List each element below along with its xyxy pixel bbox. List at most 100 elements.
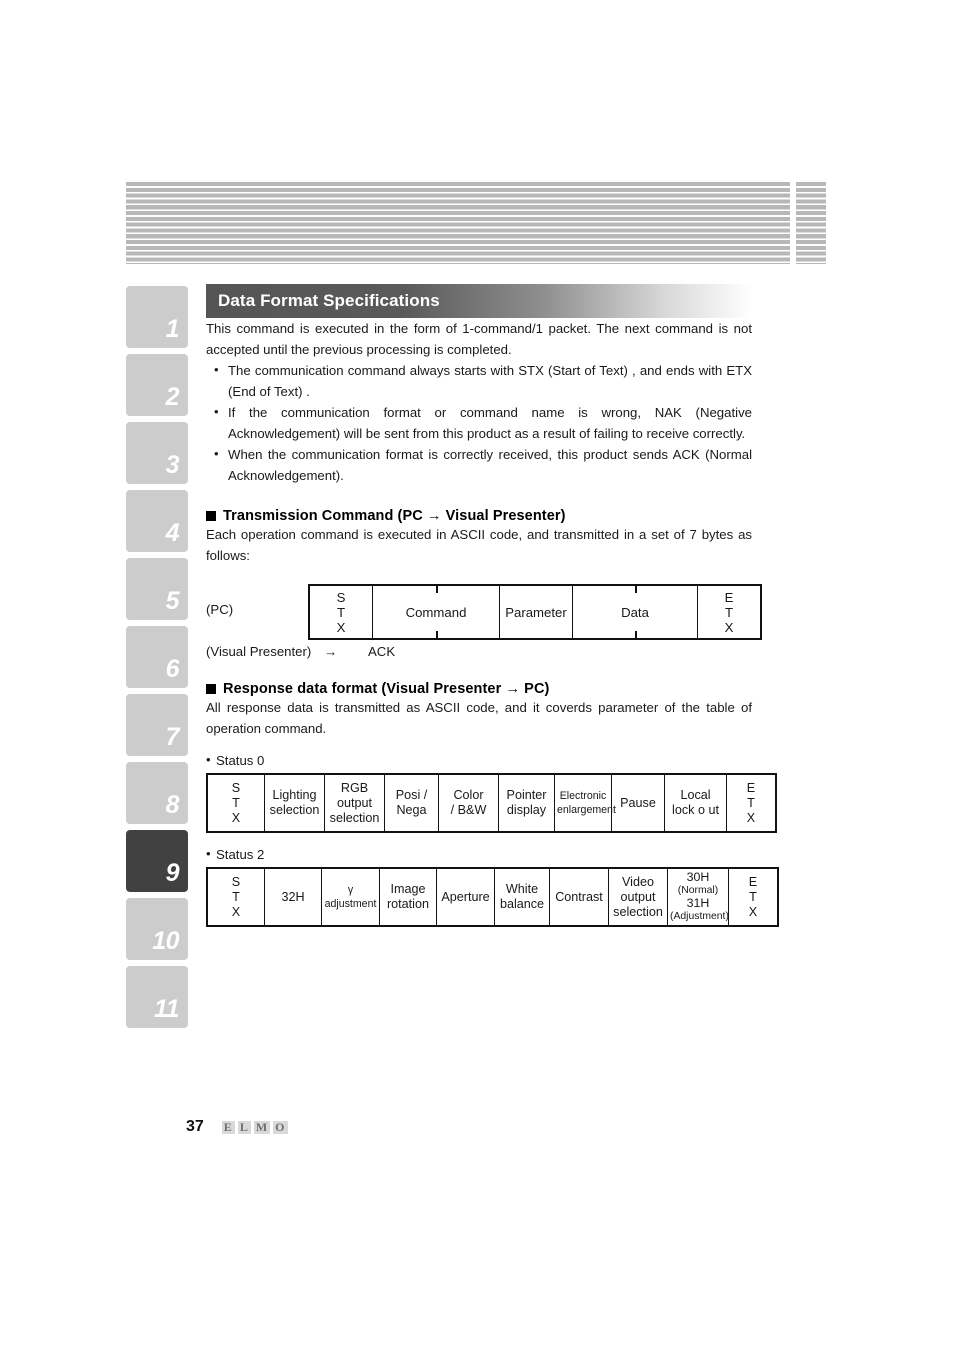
status0-cell: Local lock o ut	[664, 774, 727, 832]
page-content: Data Format Specifications This command …	[206, 284, 779, 927]
status0-cell-line: output	[336, 795, 372, 810]
transmission-byte-cell: Parameter	[499, 585, 573, 639]
status2-cell-line: T	[232, 889, 240, 904]
section-title-bar: Data Format Specifications	[206, 284, 752, 318]
status2-cell-line: X	[231, 904, 241, 919]
status2-label: Status 2	[206, 846, 752, 862]
bullet-square-icon	[206, 684, 216, 694]
status0-cell: Electronic enlargement	[554, 774, 616, 832]
status2-cell-line: adjustment	[324, 898, 377, 910]
page-tab-5[interactable]: 5	[126, 558, 188, 620]
transmission-byte-cell-line: T	[724, 604, 734, 620]
status0-cell-line: Posi /	[395, 788, 428, 802]
status2-cell: 32H	[264, 868, 322, 926]
transmission-byte-cell-line: T	[336, 604, 346, 620]
transmission-byte-cell: STX	[309, 585, 373, 639]
bullet-square-icon	[206, 511, 216, 521]
page-tab-11[interactable]: 11	[126, 966, 188, 1028]
status0-cell-line: / B&W	[450, 803, 487, 817]
transmission-byte-cell-line: X	[336, 619, 346, 635]
page-tab-number: 8	[165, 791, 180, 819]
transmission-byte-cell: Data	[572, 585, 698, 639]
status0-cell-line: Lighting	[272, 788, 317, 802]
page-tab-number: 11	[154, 995, 179, 1023]
page-tab-4[interactable]: 4	[126, 490, 188, 552]
status0-cell-line: RGB	[340, 780, 369, 795]
page-tab-7[interactable]: 7	[126, 694, 188, 756]
transmission-diagram: (PC) S T X Command Parameter Data E T X	[206, 584, 762, 640]
status0-cell: ETX	[726, 774, 776, 832]
transmission-byte-table: S T X Command Parameter Data E T X	[308, 584, 762, 640]
transmission-description: Each operation command is executed in AS…	[206, 527, 752, 563]
status2-cell-line: γ	[347, 884, 354, 896]
status0-cell-line: display	[506, 803, 547, 817]
page-tab-number: 4	[165, 519, 180, 547]
transmission-byte-cell-line: E	[724, 589, 734, 605]
ack-value: ACK	[368, 644, 396, 659]
status0-label: Status 0	[206, 752, 752, 768]
status2-cell-line: 31H	[686, 896, 710, 910]
status2-cell-line: S	[231, 874, 241, 889]
status0-cell: RGB output selection	[324, 774, 385, 832]
page-tab-number: 9	[165, 859, 180, 887]
status0-cell-line: T	[747, 795, 755, 810]
status2-cell-line: White	[505, 882, 539, 896]
transmission-heading-text: Transmission Command (PC → Visual Presen…	[223, 508, 566, 524]
page-tab-9[interactable]: 9	[126, 830, 188, 892]
response-heading: Response data format (Visual Presenter →…	[206, 681, 752, 697]
page-tab-8[interactable]: 8	[126, 762, 188, 824]
page-tab-number: 2	[165, 383, 180, 411]
status2-cell-line: output	[620, 889, 656, 904]
status2-cell: Contrast	[549, 868, 609, 926]
status2-cell-line: T	[749, 889, 757, 904]
status2-table: S T X 32H γ adjustment Image rotation Aperture Wh…	[206, 867, 779, 927]
status0-cell-line: selection	[269, 803, 320, 817]
page-tab-number: 5	[165, 587, 180, 615]
status2-cell-line: 30H	[686, 870, 710, 884]
header-stripe-block-edge	[796, 182, 826, 264]
page-footer: 37 ELMO	[186, 1118, 288, 1136]
page-tab-10[interactable]: 10	[126, 898, 188, 960]
transmission-byte-cell: Command	[372, 585, 500, 639]
status0-cell-line: X	[231, 810, 241, 825]
status0-cell-line: enlargement	[557, 804, 616, 816]
transmission-byte-cell-line: X	[724, 619, 734, 635]
elmo-logo: ELMO	[221, 1119, 288, 1134]
response-heading-text: Response data format (Visual Presenter →…	[223, 681, 550, 697]
status2-cell: White balance	[494, 868, 550, 926]
page-tab-6[interactable]: 6	[126, 626, 188, 688]
page-tab-rail: 1 2 3 4 5 6 7 8 9 10 11	[126, 286, 188, 1034]
intro-paragraph: This command is executed in the form of …	[206, 321, 752, 357]
status2-cell: Video output selection	[608, 868, 668, 926]
status0-cell: STX	[207, 774, 265, 832]
transmission-byte-cell-line: S	[336, 589, 346, 605]
status0-cell: Color / B&W	[438, 774, 499, 832]
page-title: Data Format Specifications	[218, 291, 440, 310]
intro-bullet-item: The communication command always starts …	[206, 359, 752, 402]
page-tab-2[interactable]: 2	[126, 354, 188, 416]
status2-cell-line: rotation	[386, 897, 429, 911]
elmo-logo-letter: O	[273, 1119, 288, 1134]
transmission-ack-row: (Visual Presenter) → ACK	[206, 644, 752, 659]
status2-cell: γ adjustment	[321, 868, 380, 926]
intro-bullet-item: If the communication format or command n…	[206, 401, 752, 444]
status2-cell: Aperture	[436, 868, 495, 926]
status0-cell: Pause	[611, 774, 665, 832]
status2-cell-line: balance	[499, 897, 545, 911]
page-tab-number: 6	[165, 655, 180, 683]
response-description: All response data is transmitted as ASCI…	[206, 700, 752, 736]
page-tab-number: 3	[165, 451, 180, 479]
page-tab-3[interactable]: 3	[126, 422, 188, 484]
status0-cell-line: T	[232, 795, 240, 810]
page-tab-number: 10	[152, 927, 179, 955]
status2-cell-line: selection	[613, 904, 663, 919]
page-tab-1[interactable]: 1	[126, 286, 188, 348]
status0-cell-line: X	[746, 810, 756, 825]
elmo-logo-letter: E	[221, 1119, 235, 1134]
transmission-byte-cell: ETX	[697, 585, 761, 639]
status0-cell-line: Pointer	[506, 788, 547, 802]
elmo-logo-letter: L	[237, 1119, 251, 1134]
status2-cell-line: Image	[390, 882, 426, 896]
elmo-logo-letter: M	[253, 1119, 271, 1134]
intro-bullet-list: The communication command always starts …	[206, 359, 752, 486]
